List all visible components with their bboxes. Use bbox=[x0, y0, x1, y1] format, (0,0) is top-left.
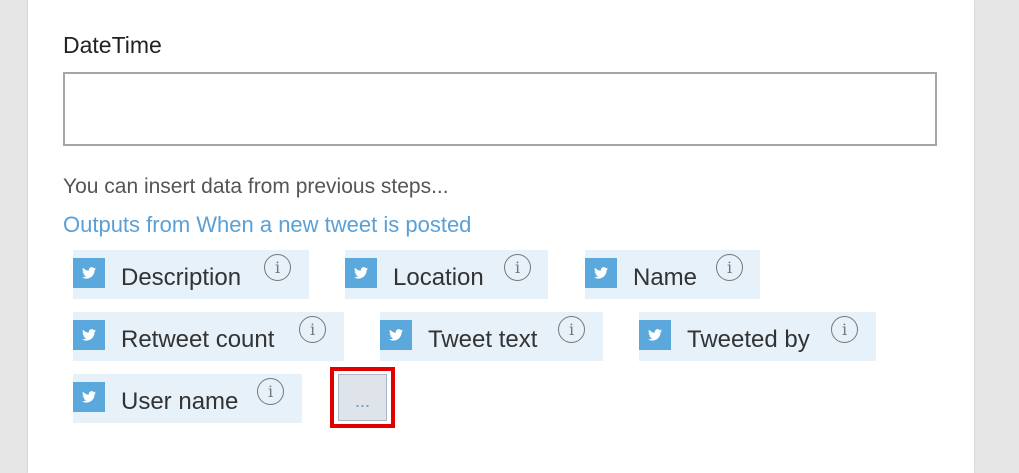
token-tweet-text[interactable]: Tweet text i bbox=[380, 312, 603, 361]
twitter-icon bbox=[380, 320, 412, 350]
info-icon[interactable]: i bbox=[299, 316, 326, 343]
info-icon[interactable]: i bbox=[264, 254, 291, 281]
token-label: Tweet text bbox=[428, 326, 538, 353]
token-label: Tweeted by bbox=[687, 326, 810, 353]
info-icon[interactable]: i bbox=[716, 254, 743, 281]
token-location[interactable]: Location i bbox=[345, 250, 548, 299]
twitter-icon bbox=[73, 320, 105, 350]
info-icon[interactable]: i bbox=[558, 316, 585, 343]
token-label: Location bbox=[393, 264, 484, 291]
token-retweet-count[interactable]: Retweet count i bbox=[73, 312, 344, 361]
info-icon[interactable]: i bbox=[257, 378, 284, 405]
info-icon[interactable]: i bbox=[504, 254, 531, 281]
token-tweeted-by[interactable]: Tweeted by i bbox=[639, 312, 876, 361]
more-outputs-button[interactable]: ... bbox=[330, 367, 395, 428]
token-label: Retweet count bbox=[121, 326, 275, 353]
info-icon[interactable]: i bbox=[831, 316, 858, 343]
twitter-icon bbox=[73, 258, 105, 288]
twitter-icon bbox=[73, 382, 105, 412]
datetime-input[interactable] bbox=[63, 72, 937, 146]
token-user-name[interactable]: User name i bbox=[73, 374, 302, 423]
token-label: Description bbox=[121, 264, 242, 291]
datetime-label: DateTime bbox=[63, 32, 162, 58]
token-name[interactable]: Name i bbox=[585, 250, 760, 299]
token-label: Name bbox=[633, 264, 698, 291]
token-label: User name bbox=[121, 388, 239, 415]
outputs-section-title: Outputs from When a new tweet is posted bbox=[63, 212, 472, 237]
twitter-icon bbox=[639, 320, 671, 350]
insert-data-hint: You can insert data from previous steps.… bbox=[63, 175, 449, 198]
token-description[interactable]: Description i bbox=[73, 250, 309, 299]
more-outputs-label: ... bbox=[338, 374, 387, 421]
twitter-icon bbox=[345, 258, 377, 288]
twitter-icon bbox=[585, 258, 617, 288]
